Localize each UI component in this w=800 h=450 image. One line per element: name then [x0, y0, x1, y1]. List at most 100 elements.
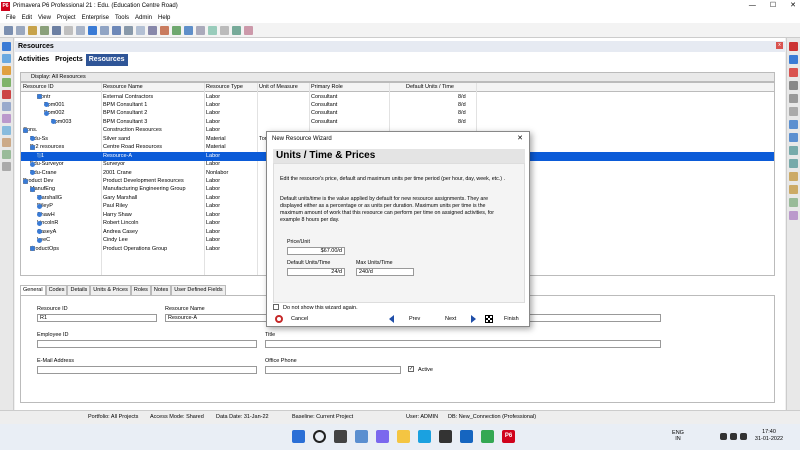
projects-dock-icon[interactable] — [2, 42, 11, 51]
wps-dock-icon[interactable] — [2, 162, 11, 171]
tab-activities[interactable]: Activities — [15, 54, 52, 66]
max-units-field[interactable]: 240/d — [356, 268, 414, 276]
help-icon[interactable] — [244, 25, 253, 35]
assignments-dock-icon[interactable] — [2, 78, 11, 87]
apply-actuals-icon[interactable] — [208, 25, 217, 35]
menu-admin[interactable]: Admin — [135, 15, 152, 21]
chrome-icon[interactable] — [481, 430, 494, 443]
notebook-icon[interactable] — [789, 211, 798, 220]
menu-view[interactable]: View — [38, 15, 51, 21]
indent-icon[interactable] — [789, 146, 798, 155]
default-units-field[interactable]: 24/d — [287, 268, 345, 276]
menu-edit[interactable]: Edit — [22, 15, 32, 21]
menu-file[interactable]: File — [6, 15, 16, 21]
delete-resource-icon[interactable] — [789, 68, 798, 77]
detail-tab-general[interactable]: General — [20, 285, 46, 295]
detail-tab-codes[interactable]: Codes — [45, 285, 68, 295]
maximize-button[interactable]: ☐ — [770, 0, 776, 12]
task-view-icon[interactable] — [334, 430, 347, 443]
wifi-icon[interactable] — [720, 433, 727, 440]
panel-close-icon[interactable]: x — [776, 42, 783, 49]
add-icon[interactable] — [148, 25, 157, 35]
collapse-icon[interactable] — [789, 133, 798, 142]
menu-help[interactable]: Help — [158, 15, 170, 21]
table-row[interactable]: Bpm002 BPM Consultant 2 Labor Consultant 8/d — [21, 110, 774, 118]
next-button[interactable]: Next — [445, 314, 477, 324]
clock[interactable]: 17:40 31-01-2022 — [752, 429, 786, 443]
store-period-icon[interactable] — [196, 25, 205, 35]
wbs-dock-icon[interactable] — [2, 54, 11, 63]
paste-resource-icon[interactable] — [789, 107, 798, 116]
title-field[interactable] — [265, 340, 661, 348]
issues-dock-icon[interactable] — [2, 126, 11, 135]
filter-icon[interactable] — [100, 25, 109, 35]
close-tab-icon[interactable] — [789, 42, 798, 51]
price-unit-field[interactable]: $67.00/d — [287, 247, 345, 255]
teams-chat-icon[interactable] — [376, 430, 389, 443]
minimize-button[interactable]: — — [749, 0, 756, 12]
level-icon[interactable] — [184, 25, 193, 35]
filter-bar[interactable]: Display: All Resources — [20, 72, 775, 82]
expand-icon[interactable] — [789, 120, 798, 129]
mail-icon[interactable] — [460, 430, 473, 443]
close-window-button[interactable]: ✕ — [790, 0, 796, 12]
resource-id-field[interactable]: R1 — [37, 314, 157, 322]
menu-enterprise[interactable]: Enterprise — [82, 15, 109, 21]
active-checkbox[interactable]: ✓ — [408, 366, 414, 372]
dialog-close-icon[interactable]: ✕ — [517, 134, 523, 142]
email-field[interactable] — [37, 366, 257, 374]
col-resource-id[interactable]: Resource ID — [23, 84, 54, 90]
zoom-icon[interactable] — [136, 25, 145, 35]
tab-projects[interactable]: Projects — [52, 54, 86, 66]
reports-dock-icon[interactable] — [2, 102, 11, 111]
move-up-icon[interactable] — [789, 172, 798, 181]
battery-icon[interactable] — [740, 433, 747, 440]
columns-icon[interactable] — [124, 25, 133, 35]
store-icon[interactable] — [439, 430, 452, 443]
detail-tab-roles[interactable]: Roles — [130, 285, 151, 295]
table-row[interactable]: −Contr External Contractors Labor Consultan… — [21, 93, 774, 101]
col-unit-of-measure[interactable]: Unit of Measure — [259, 84, 298, 90]
cancel-button[interactable]: Cancel — [275, 314, 308, 324]
col-resource-type[interactable]: Resource Type — [206, 84, 243, 90]
cut-icon[interactable] — [52, 25, 61, 35]
prev-button[interactable]: Prev — [389, 314, 420, 324]
copy-resource-icon[interactable] — [789, 94, 798, 103]
office-phone-field[interactable] — [265, 366, 401, 374]
print-preview-icon[interactable] — [16, 25, 25, 35]
detail-tab-notes[interactable]: Notes — [150, 285, 172, 295]
col-default-units[interactable]: Default Units / Time — [406, 84, 454, 90]
detail-tab-udf[interactable]: User Defined Fields — [171, 285, 226, 295]
outdent-icon[interactable] — [789, 159, 798, 168]
menu-tools[interactable]: Tools — [115, 15, 129, 21]
menu-project[interactable]: Project — [57, 15, 76, 21]
layout-icon[interactable] — [88, 25, 97, 35]
windows-start-icon[interactable] — [292, 430, 305, 443]
schedule-icon[interactable] — [172, 25, 181, 35]
table-row[interactable]: Bpm003 BPM Consultant 3 Labor Consultant 8/d — [21, 118, 774, 126]
paste-icon[interactable] — [76, 25, 85, 35]
widgets-icon[interactable] — [355, 430, 368, 443]
col-resource-name[interactable]: Resource Name — [103, 84, 143, 90]
refresh-icon[interactable] — [232, 25, 241, 35]
file-explorer-icon[interactable] — [397, 430, 410, 443]
resources-dock-icon[interactable] — [2, 90, 11, 99]
spell-icon[interactable] — [220, 25, 229, 35]
detail-tab-details[interactable]: Details — [67, 285, 91, 295]
search-icon[interactable] — [313, 430, 326, 443]
tracking-dock-icon[interactable] — [2, 114, 11, 123]
move-down-icon[interactable] — [789, 185, 798, 194]
language-indicator[interactable]: ENG IN — [668, 430, 688, 442]
thresholds-dock-icon[interactable] — [2, 150, 11, 159]
activities-dock-icon[interactable] — [2, 66, 11, 75]
tab-resources[interactable]: Resources — [85, 54, 128, 66]
add-resource-icon[interactable] — [789, 55, 798, 64]
dont-show-checkbox[interactable] — [273, 304, 279, 310]
cut-resource-icon[interactable] — [789, 81, 798, 90]
table-row[interactable]: Bpm001 BPM Consultant 1 Labor Consultant 8/d — [21, 101, 774, 109]
edge-icon[interactable] — [418, 430, 431, 443]
finish-button[interactable]: Finish — [485, 314, 519, 324]
group-icon[interactable] — [112, 25, 121, 35]
assign-icon[interactable] — [789, 198, 798, 207]
print-icon[interactable] — [4, 25, 13, 35]
